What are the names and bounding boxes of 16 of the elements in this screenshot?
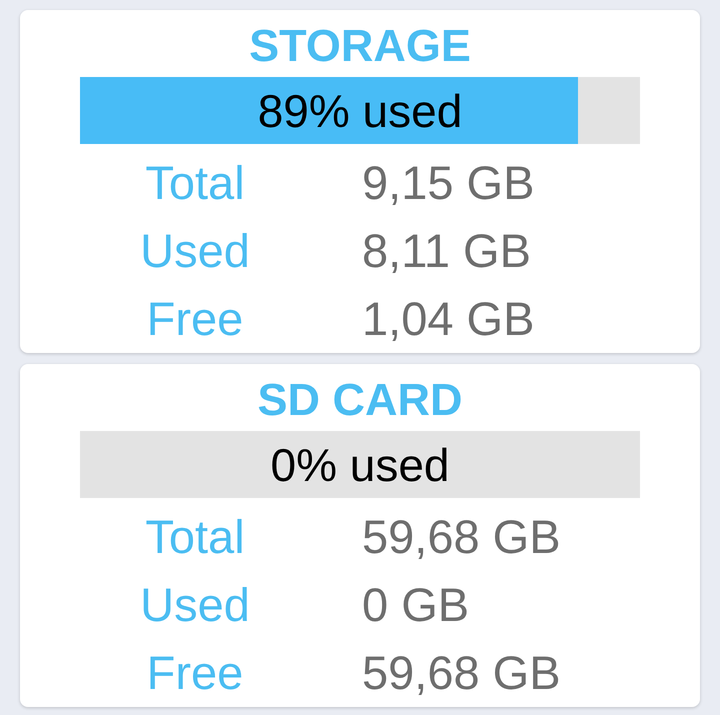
stat-label: Total [145,510,245,564]
stat-value: 9,15 GB [362,156,534,210]
card-title: STORAGE [249,19,471,73]
stat-label: Total [145,156,245,210]
stat-label: Free [146,646,244,700]
usage-percent-text: 0% used [270,438,450,490]
stat-value: 59,68 GB [362,510,561,564]
card-title: SD CARD [257,373,462,427]
stat-value: 8,11 GB [362,224,531,278]
usage-percent-text: 89% used [258,84,462,136]
stat-label: Free [146,292,244,346]
stat-value: 1,04 GB [362,292,534,346]
stat-label: Used [140,578,250,632]
stat-value: 59,68 GB [362,646,561,700]
stat-label: Used [140,224,250,278]
stat-value: 0 GB [362,578,470,632]
